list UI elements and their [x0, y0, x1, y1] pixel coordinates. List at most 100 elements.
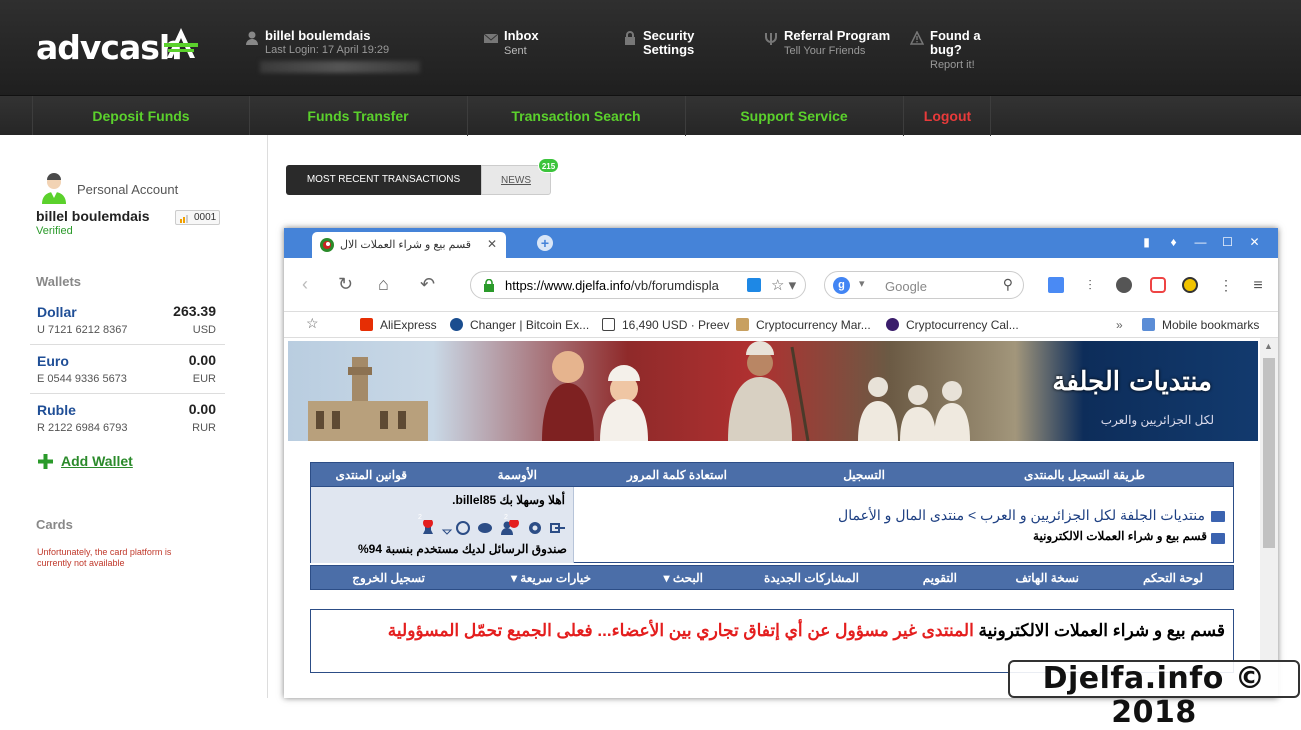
link-search[interactable]: البحث ▾ — [664, 571, 704, 585]
translate-icon[interactable] — [1048, 277, 1064, 293]
topbar-user[interactable]: billel boulemdais Last Login: 17 April 1… — [246, 29, 389, 57]
reload-icon[interactable]: ↻ — [338, 274, 353, 295]
maximize-icon[interactable]: ☐ — [1214, 235, 1241, 249]
nav-funds-transfer[interactable]: Funds Transfer — [249, 96, 466, 136]
link-forum-rules[interactable]: قوانين المنتدى — [335, 468, 407, 482]
bookmarks-overflow[interactable]: » — [1116, 318, 1123, 332]
new-tab-icon[interactable]: + — [537, 235, 553, 251]
top-header: advcash billel boulemdais Last Login: 17… — [0, 0, 1301, 95]
google-icon: g — [833, 277, 850, 294]
bookmark-coincal[interactable]: Cryptocurrency Cal... — [886, 318, 1019, 332]
bookmark-label: 16,490 USD · Preev — [622, 318, 730, 332]
w-extension-icon[interactable] — [1116, 277, 1132, 293]
nav-support-service[interactable]: Support Service — [685, 96, 902, 136]
notice-section: قسم بيع و شراء العملات الالكترونية — [978, 621, 1225, 640]
nav-transaction-search[interactable]: Transaction Search — [467, 96, 684, 136]
bookmark-preev[interactable]: 16,490 USD · Preev — [602, 318, 729, 332]
address-bar[interactable]: https://www.djelfa.info/vb/forumdispla ☆… — [470, 271, 806, 299]
mobile-bookmarks[interactable]: Mobile bookmarks — [1142, 318, 1259, 332]
folder-icon — [1211, 511, 1225, 522]
forum-banner: منتديات الجلفة لكل الجزائريين والعرب — [288, 341, 1258, 441]
aliexpress-icon — [360, 318, 373, 331]
signal-bars-icon — [180, 215, 188, 223]
avatar-icon — [42, 173, 66, 204]
nav-logout[interactable]: Logout — [903, 96, 991, 136]
back-icon[interactable]: ‹ — [302, 274, 308, 295]
inbox-usage: صندوق الرسائل لديك مستخدم بنسبة 94% — [357, 542, 567, 556]
topbar-bug[interactable]: Found a bug? Report it! — [910, 29, 981, 72]
banner-logo-text: منتديات الجلفة — [1052, 367, 1212, 397]
wallet-number: E 0544 9336 5673 — [37, 373, 127, 385]
tab-most-recent-transactions[interactable]: MOST RECENT TRANSACTIONS — [286, 165, 481, 195]
link-mobile-version[interactable]: نسخة الهاتف — [1016, 571, 1080, 585]
browser-tab-title: قسم بيع و شراء العملات الال — [340, 239, 472, 251]
bookmark-label: Changer | Bitcoin Ex... — [470, 318, 590, 332]
notice-disclaimer: المنتدى غير مسؤول عن أي إتفاق تجاري بين … — [387, 621, 974, 640]
minimize-icon[interactable]: — — [1187, 235, 1214, 249]
notification-count: 2 — [418, 514, 422, 521]
wallet-ruble[interactable]: Ruble R 2122 6984 6793 0.00 RUR — [30, 394, 225, 443]
bug-line2: bug? — [930, 42, 962, 57]
scroll-thumb[interactable] — [1263, 358, 1275, 548]
nav-deposit-funds[interactable]: Deposit Funds — [32, 96, 249, 136]
link-logout[interactable]: تسجيل الخروج — [352, 571, 425, 585]
wallet-dollar[interactable]: Dollar U 7121 6212 8367 263.39 USD — [30, 296, 225, 345]
link-badges[interactable]: الأوسمة — [498, 468, 537, 482]
account-level-badge[interactable]: 0001 — [175, 210, 221, 225]
shirt-icon[interactable]: ♦ — [1160, 235, 1187, 249]
wallet-name: Euro — [37, 353, 69, 369]
wallet-amount: 0.00 — [188, 352, 216, 368]
bookmark-label: Cryptocurrency Cal... — [906, 318, 1019, 332]
forum-breadcrumb[interactable]: منتديات الجلفة لكل الجزائريين و العرب > … — [838, 507, 1205, 524]
forum-current-section: قسم بيع و شراء العملات الالكترونية — [1033, 529, 1207, 543]
topbar-referral[interactable]: Referral Program Tell Your Friends — [765, 29, 890, 58]
link-register[interactable]: التسجيل — [843, 468, 885, 482]
link-new-posts[interactable]: المشاركات الجديدة — [764, 571, 859, 585]
extension-icon[interactable] — [747, 278, 761, 292]
hamburger-menu-icon[interactable]: ≡ — [1250, 277, 1266, 294]
link-recover-password[interactable]: استعادة كلمة المرور — [627, 468, 727, 482]
friend-request-count: 2 — [504, 514, 508, 521]
search-icon[interactable]: ⚲ — [1003, 276, 1013, 293]
search-bar[interactable]: g ▾ Google ⚲ — [824, 271, 1024, 299]
undo-icon[interactable]: ↶ — [420, 274, 435, 295]
wallet-name: Ruble — [37, 402, 76, 418]
emoji-icon[interactable] — [1182, 277, 1198, 293]
bookmark-aliexpress[interactable]: AliExpress — [360, 318, 437, 332]
link-registration-method[interactable]: طريقة التسجيل بالمنتدى — [1024, 468, 1145, 482]
bookmark-changer[interactable]: Changer | Bitcoin Ex... — [450, 318, 589, 332]
link-control-panel[interactable]: لوحة التحكم — [1143, 571, 1203, 585]
close-window-icon[interactable]: ✕ — [1241, 235, 1268, 249]
welcome-text: أهلا وسهلا بك billel85. — [452, 493, 565, 507]
url-host: https://www.djelfa.info — [505, 278, 631, 293]
link-calendar[interactable]: التقويم — [923, 571, 957, 585]
browser-tab[interactable]: قسم بيع و شراء العملات الال ✕ — [312, 232, 506, 258]
more-menu-icon[interactable]: ⋮ — [1218, 277, 1234, 293]
tab-close-icon[interactable]: ✕ — [487, 237, 497, 251]
bookmark-coinmarket[interactable]: Cryptocurrency Mar... — [736, 318, 871, 332]
bookmark-page-icon[interactable]: ☆ — [306, 315, 319, 332]
scroll-up-icon[interactable]: ▲ — [1264, 341, 1273, 351]
inbox-sub: Sent — [504, 45, 527, 57]
calendar-coin-icon — [886, 318, 899, 331]
wallets-heading: Wallets — [36, 274, 82, 289]
link-quick-options[interactable]: خيارات سريعة ▾ — [511, 571, 591, 585]
coin-icon — [736, 318, 749, 331]
add-wallet-link[interactable]: Add Wallet — [38, 453, 133, 469]
forum-page: منتديات الجلفة لكل الجزائريين والعرب طري… — [284, 338, 1278, 698]
pip-icon[interactable]: ▮ — [1133, 235, 1160, 249]
bookmark-star-icon[interactable]: ☆ ▾ — [771, 276, 796, 294]
cards-unavailable-note: Unfortunately, the card platform is curr… — [37, 547, 172, 568]
topbar-inbox[interactable]: Inbox Sent — [484, 29, 539, 58]
chevron-down-icon[interactable]: ▾ — [859, 277, 865, 290]
wallet-amount: 263.39 — [173, 303, 216, 319]
topbar-security[interactable]: Security Settings — [625, 29, 694, 57]
home-icon[interactable]: ⌂ — [378, 274, 389, 295]
cloud-icon[interactable] — [1150, 277, 1166, 293]
referral-sub: Tell Your Friends — [784, 45, 866, 57]
equalizer-icon[interactable]: ⫶ — [1082, 277, 1098, 293]
advcash-logo[interactable]: advcash — [36, 28, 182, 67]
wallet-euro[interactable]: Euro E 0544 9336 5673 0.00 EUR — [30, 345, 225, 394]
lock-icon — [625, 31, 635, 45]
page-scrollbar[interactable]: ▲ — [1260, 338, 1278, 698]
